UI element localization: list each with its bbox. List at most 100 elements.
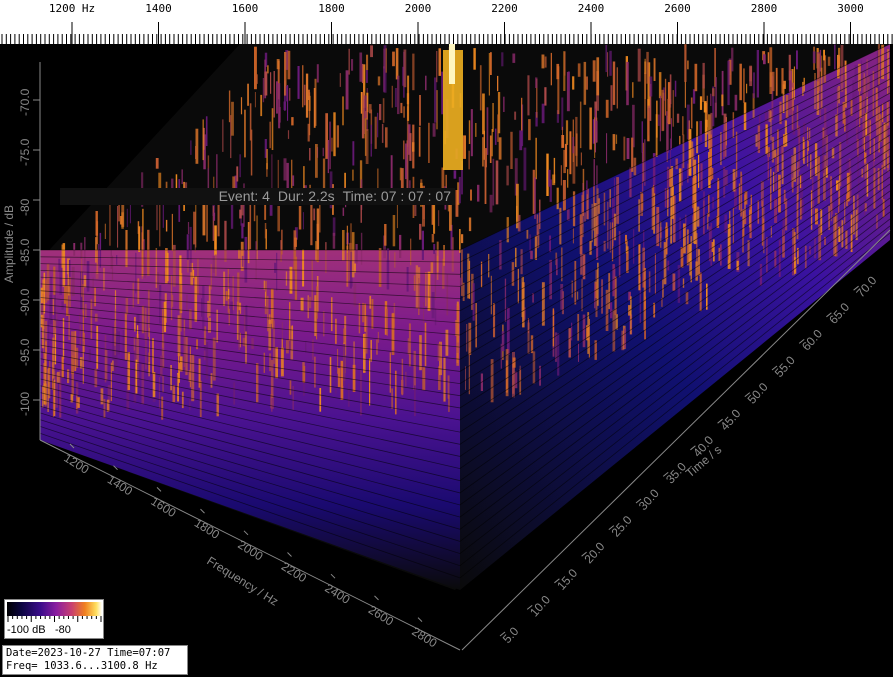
spectrum-streak bbox=[136, 314, 140, 326]
spectrum-streak bbox=[187, 222, 190, 235]
spectrum-streak bbox=[548, 169, 551, 187]
spectrum-streak bbox=[827, 56, 831, 66]
time-tick-label: 15.0 bbox=[554, 566, 580, 593]
spectrum-streak bbox=[264, 223, 267, 239]
spectrum-streak bbox=[682, 278, 685, 288]
frequency-tick-label: 1400 bbox=[105, 472, 135, 498]
spectrum-streak bbox=[436, 241, 439, 273]
spectrum-streak bbox=[315, 144, 318, 178]
spectrum-streak bbox=[707, 213, 709, 230]
spectrum-streak bbox=[550, 52, 552, 86]
spectrum-streak bbox=[773, 149, 777, 158]
spectrum-streak bbox=[799, 175, 802, 189]
spectrum-streak bbox=[407, 338, 411, 355]
spectrum-streak bbox=[431, 234, 435, 243]
frequency-tick-label: 2800 bbox=[409, 624, 439, 650]
spectrum-streak bbox=[670, 197, 672, 244]
spectrum-streak bbox=[462, 282, 465, 301]
spectrum-streak bbox=[352, 169, 354, 181]
waterfall-plot[interactable]: -70.0 -75.0 -80 -85.0 -90.0 -95.0 -100 1200 140… bbox=[0, 44, 893, 677]
spectrum-streak bbox=[591, 203, 593, 243]
spectrum-streak bbox=[667, 98, 670, 124]
spectrum-streak bbox=[329, 121, 331, 170]
time-tick-label: 30.0 bbox=[636, 486, 662, 513]
spectrum-streak bbox=[536, 214, 539, 237]
spectrum-streak bbox=[715, 77, 717, 117]
spectrum-streak bbox=[596, 57, 600, 96]
spectrum-streak bbox=[260, 94, 263, 117]
spectrum-streak bbox=[239, 209, 242, 219]
spectrum-streak bbox=[308, 296, 312, 309]
spectrum-streak bbox=[155, 248, 158, 288]
spectrum-streak bbox=[497, 75, 499, 92]
spectrum-streak bbox=[270, 72, 272, 94]
spectrum-streak bbox=[609, 50, 612, 76]
spectrum-streak bbox=[492, 103, 494, 132]
spectrum-streak bbox=[298, 206, 302, 230]
spectrum-streak bbox=[702, 62, 705, 89]
spectrum-streak bbox=[366, 54, 369, 71]
spectrum-streak bbox=[181, 391, 184, 409]
spectrum-streak bbox=[514, 371, 518, 389]
spectrum-streak bbox=[793, 66, 795, 100]
spectrum-streak bbox=[580, 152, 582, 166]
spectrum-streak bbox=[556, 257, 558, 276]
spectrum-streak bbox=[712, 88, 715, 97]
colorbar-legend: -100 dB -80 bbox=[4, 599, 104, 639]
spectrum-streak bbox=[135, 252, 137, 294]
spectrum-streak bbox=[567, 169, 569, 188]
spectrum-streak bbox=[134, 349, 136, 362]
spectrum-streak bbox=[135, 359, 138, 394]
spectrum-streak bbox=[775, 153, 777, 191]
spectrum-streak bbox=[358, 303, 361, 334]
amplitude-tick-label: -100 bbox=[18, 392, 32, 416]
spectrum-streak bbox=[774, 250, 777, 268]
spectrum-streak bbox=[512, 53, 516, 63]
spectrum-streak bbox=[371, 299, 374, 329]
spectrum-streak bbox=[637, 48, 641, 82]
frequency-tick bbox=[200, 508, 205, 514]
spectrum-streak bbox=[362, 117, 364, 138]
spectrum-streak bbox=[325, 242, 327, 273]
waterfall-canvas[interactable]: -70.0-75.0-80-85.0-90.0-95.0-100 1200140… bbox=[0, 44, 893, 677]
spectrum-streak bbox=[495, 160, 499, 205]
spectrum-streak bbox=[61, 301, 64, 310]
spectrum-streak bbox=[594, 117, 596, 158]
spectrum-streak bbox=[514, 111, 517, 120]
spectrum-streak bbox=[580, 232, 583, 275]
spectrum-streak bbox=[276, 59, 280, 70]
spectrum-streak bbox=[62, 318, 65, 359]
spectrum-streak bbox=[392, 215, 396, 247]
spectrum-streak bbox=[523, 147, 527, 191]
ruler-label: 1600 bbox=[231, 2, 259, 15]
spectrum-streak bbox=[66, 285, 69, 316]
spectrum-streak bbox=[577, 291, 579, 300]
spectrum-streak bbox=[247, 83, 249, 106]
spectrum-streak bbox=[205, 116, 208, 146]
spectrum-streak bbox=[265, 291, 266, 307]
spectrum-streak bbox=[643, 268, 646, 311]
spectrum-streak bbox=[712, 239, 715, 262]
spectrum-streak bbox=[287, 130, 290, 139]
spectrum-streak bbox=[788, 54, 791, 81]
event-duration: Dur: 2.2s bbox=[277, 188, 335, 204]
spectrum-streak bbox=[467, 253, 470, 299]
spectrum-streak bbox=[84, 237, 86, 266]
spectrum-streak bbox=[69, 277, 71, 308]
colorbar-gradient bbox=[7, 602, 102, 616]
spectrum-streak bbox=[276, 81, 278, 114]
info-freq-line: Freq= 1033.6...3100.8 Hz bbox=[6, 660, 158, 672]
spectrum-streak bbox=[351, 232, 355, 278]
spectrum-streak bbox=[228, 308, 230, 326]
spectrum-streak bbox=[572, 191, 576, 227]
spectrum-streak bbox=[125, 230, 128, 268]
spectrum-streak bbox=[466, 324, 468, 352]
spectrum-streak bbox=[241, 223, 244, 239]
amplitude-axis: -70.0 -75.0 -80 -85.0 -90.0 -95.0 -100 bbox=[18, 62, 41, 440]
spectrum-streak bbox=[803, 139, 805, 164]
spectrum-streak bbox=[384, 224, 387, 246]
event-number: Event: 4 bbox=[218, 188, 270, 204]
frequency-tick bbox=[156, 487, 162, 492]
spectrum-streak bbox=[489, 194, 493, 213]
spectrum-streak bbox=[742, 230, 744, 253]
